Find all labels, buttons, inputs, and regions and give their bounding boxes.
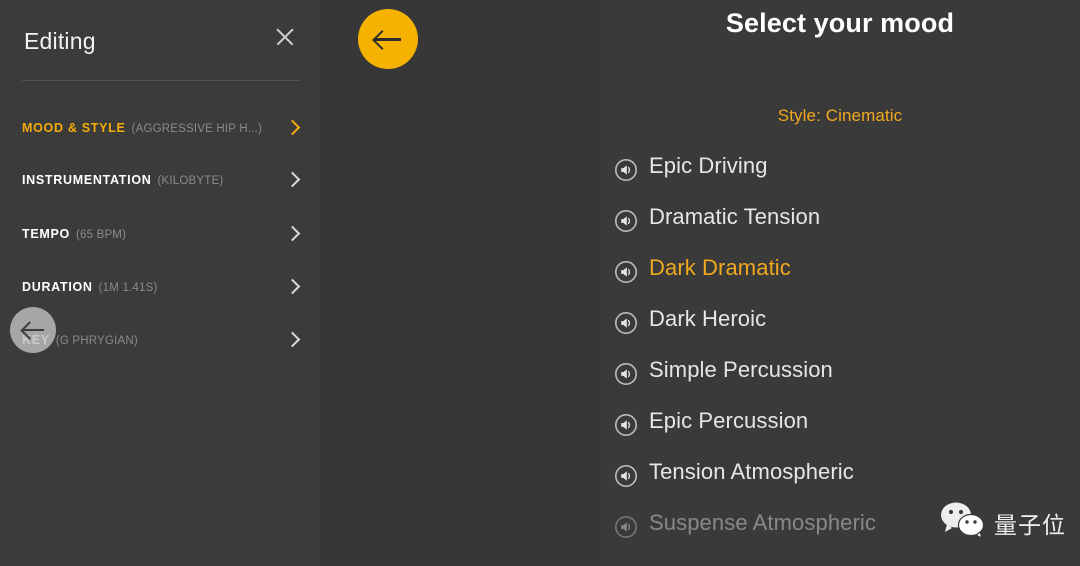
editing-panel: Editing MOOD & STYLE (AGGRESSIVE HIP H...… [0, 0, 320, 566]
back-arrow-shaft [375, 38, 401, 41]
mood-label: Suspense Atmospheric [649, 510, 877, 535]
mood-list-item[interactable]: Epic Percussion [600, 408, 1080, 459]
mood-list-item[interactable]: Simple Percussion [600, 357, 1080, 408]
app-root: Editing MOOD & STYLE (AGGRESSIVE HIP H...… [0, 0, 1080, 566]
close-icon[interactable] [272, 24, 298, 50]
speaker-icon[interactable] [614, 209, 638, 233]
back-button[interactable] [358, 9, 418, 69]
chevron-right-icon[interactable] [284, 119, 301, 136]
watermark: 量子位 [940, 501, 1066, 544]
speaker-icon[interactable] [614, 515, 638, 539]
mood-list-item[interactable]: Dark Heroic [600, 306, 1080, 357]
back-button-overlay[interactable] [10, 307, 56, 353]
mood-label: Epic Percussion [649, 408, 809, 433]
panel-divider [22, 80, 300, 81]
style-label: Style: Cinematic [777, 106, 903, 125]
chevron-right-icon[interactable] [284, 171, 301, 188]
mood-selection-panel: Select your mood Style: Cinematic Epic D… [600, 0, 1080, 566]
editing-option-label: DURATION (1M 1.41S) [22, 280, 158, 294]
watermark-text: 量子位 [994, 512, 1066, 539]
mood-panel-heading: Select your mood [725, 8, 955, 38]
back-arrow-shaft [23, 329, 44, 332]
chevron-right-icon[interactable] [284, 331, 301, 348]
mood-label: Tension Atmospheric [649, 459, 854, 484]
editing-option-tempo[interactable]: TEMPO (65 BPM) [0, 219, 320, 253]
editing-option-label: INSTRUMENTATION (KILOBYTE) [22, 173, 224, 187]
editing-option-value: (G PHRYGIAN) [55, 335, 138, 347]
editing-option-value: (65 BPM) [75, 229, 127, 241]
page-title: Editing [24, 28, 96, 54]
editing-option-duration[interactable]: DURATION (1M 1.41S) [0, 272, 320, 306]
editing-option-value: (1M 1.41S) [98, 282, 158, 294]
editing-option-mood-style[interactable]: MOOD & STYLE (AGGRESSIVE HIP H...) [0, 113, 320, 147]
editing-option-instrumentation[interactable]: INSTRUMENTATION (KILOBYTE) [0, 165, 320, 199]
editing-option-value: (KILOBYTE) [157, 175, 224, 187]
mood-label: Dramatic Tension [649, 204, 821, 229]
mood-list-item[interactable]: Dramatic Tension [600, 204, 1080, 255]
mood-label: Epic Driving [649, 153, 768, 178]
mood-label: Simple Percussion [649, 357, 833, 382]
speaker-icon[interactable] [614, 464, 638, 488]
chevron-right-icon[interactable] [284, 278, 301, 295]
mood-label: Dark Heroic [649, 306, 767, 331]
mood-list-item[interactable]: Epic Driving [600, 153, 1080, 204]
wechat-icon [940, 501, 986, 544]
speaker-icon[interactable] [614, 260, 638, 284]
editing-option-label: MOOD & STYLE (AGGRESSIVE HIP H...) [22, 121, 263, 135]
mood-list-item[interactable]: Dark Dramatic [600, 255, 1080, 306]
speaker-icon[interactable] [614, 362, 638, 386]
mood-list: Epic Driving Dramatic Tension Dark Dramati… [600, 153, 1080, 561]
speaker-icon[interactable] [614, 413, 638, 437]
speaker-icon[interactable] [614, 158, 638, 182]
editing-option-label: TEMPO (65 BPM) [22, 227, 127, 241]
chevron-right-icon[interactable] [284, 225, 301, 242]
speaker-icon[interactable] [614, 311, 638, 335]
mood-label: Dark Dramatic [649, 255, 791, 280]
editing-option-value: (AGGRESSIVE HIP H...) [131, 123, 263, 135]
